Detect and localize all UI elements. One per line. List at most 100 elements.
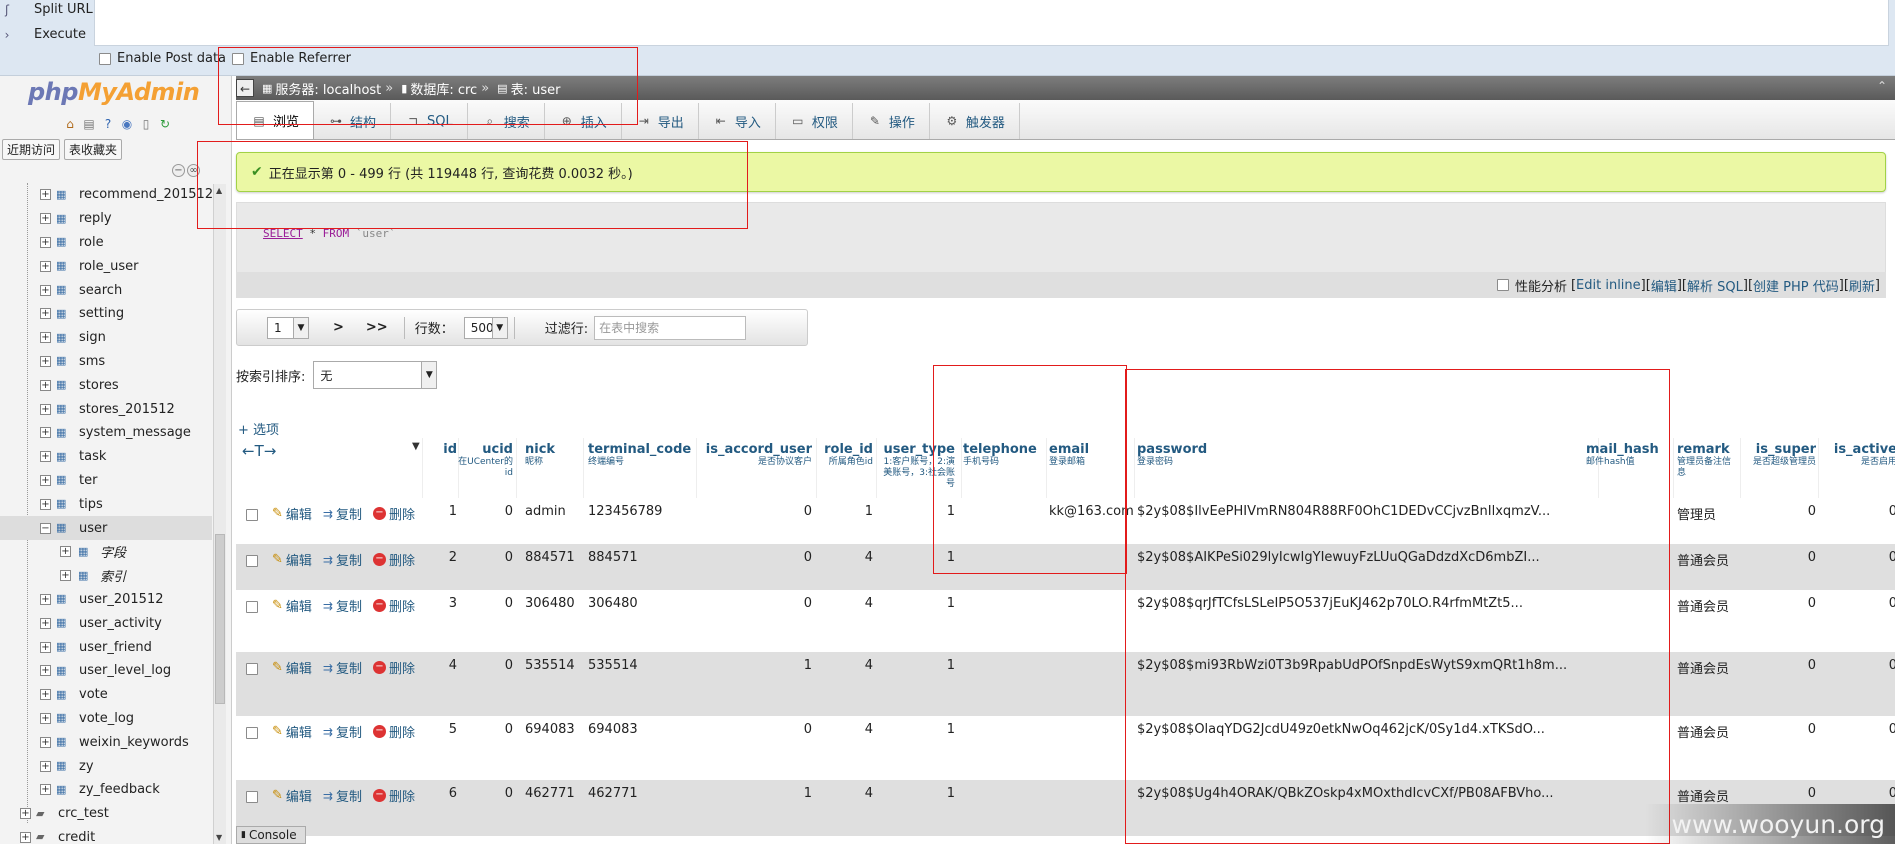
expand-icon[interactable]: +: [60, 570, 71, 582]
expand-icon[interactable]: +: [40, 284, 51, 296]
delete-row-link[interactable]: 删除: [389, 786, 415, 805]
cell-user-type[interactable]: 1: [882, 722, 955, 737]
cell-is-active[interactable]: 0: [1821, 596, 1895, 611]
column-header-is-super[interactable]: is_super 是否超级管理员: [1743, 442, 1816, 468]
expand-icon[interactable]: +: [40, 451, 51, 463]
last-page-button[interactable]: >>: [366, 320, 388, 335]
help-icon[interactable]: ?: [100, 116, 116, 132]
scrollbar-thumb[interactable]: [215, 534, 225, 704]
column-header-id[interactable]: id: [422, 442, 457, 457]
cell-ucid[interactable]: 0: [458, 550, 513, 565]
row-checkbox[interactable]: [246, 791, 258, 803]
delete-row-link[interactable]: 删除: [389, 722, 415, 741]
column-header-nick[interactable]: nick 昵称: [525, 442, 577, 468]
favorites-tab[interactable]: 表收藏夹: [64, 139, 123, 160]
breadcrumb-table[interactable]: ▤ 表: user: [497, 79, 560, 98]
cell-user-type[interactable]: 1: [882, 550, 955, 565]
edit-row-link[interactable]: 编辑: [286, 722, 312, 741]
sidebar-database-credit[interactable]: + ▰ credit: [0, 826, 212, 844]
tab-insert[interactable]: ⊕ 插入: [545, 103, 622, 139]
cell-remark[interactable]: 普通会员: [1677, 722, 1735, 741]
column-header-user-type[interactable]: user_type 1:客户账号，2:演美账号，3:社会账号: [882, 442, 955, 490]
sidebar-table-sign[interactable]: + ▦ sign: [0, 326, 212, 350]
cell-terminal-code[interactable]: 884571: [588, 550, 687, 565]
tab-sql[interactable]: ⊐ SQL: [391, 103, 468, 139]
cell-ucid[interactable]: 0: [458, 596, 513, 611]
cell-password[interactable]: $2y$08$IlvEePHIVmRN804R88RF0OhC1DEDvCCjv…: [1137, 504, 1598, 519]
options-link[interactable]: + 选项: [238, 419, 279, 438]
expand-icon[interactable]: +: [40, 213, 51, 225]
checkbox-box[interactable]: [232, 52, 244, 65]
refresh-link[interactable]: 刷新: [1849, 276, 1875, 295]
cell-user-type[interactable]: 1: [882, 658, 955, 673]
hackbar-url-input[interactable]: [94, 0, 1889, 46]
expand-icon[interactable]: +: [40, 403, 51, 415]
cell-is-accord-user[interactable]: 0: [702, 550, 812, 565]
tab-triggers[interactable]: ⚙ 触发器: [930, 103, 1020, 139]
tab-operations[interactable]: ✎ 操作: [853, 103, 930, 139]
copy-row-link[interactable]: 复制: [336, 658, 362, 677]
sidebar-table-search[interactable]: + ▦ search: [0, 278, 212, 302]
sidebar-user-indexes[interactable]: + ▦ 索引: [0, 564, 212, 588]
page-select[interactable]: 1 ▼: [267, 316, 309, 339]
cell-is-super[interactable]: 0: [1743, 550, 1816, 565]
cell-id[interactable]: 6: [422, 786, 457, 801]
tab-search[interactable]: ⌕ 搜索: [468, 103, 545, 139]
enable-referrer-checkbox[interactable]: Enable Referrer: [232, 51, 351, 66]
cell-user-type[interactable]: 1: [882, 786, 955, 801]
explain-sql-link[interactable]: 解析 SQL: [1687, 276, 1743, 295]
cell-ucid[interactable]: 0: [458, 504, 513, 519]
delete-row-link[interactable]: 删除: [389, 550, 415, 569]
scroll-up-icon[interactable]: ▲: [216, 186, 222, 195]
expand-icon[interactable]: +: [40, 593, 51, 605]
expand-icon[interactable]: +: [40, 427, 51, 439]
row-checkbox[interactable]: [246, 727, 258, 739]
edit-row-link[interactable]: 编辑: [286, 596, 312, 615]
sidebar-table-stores-201512[interactable]: + ▦ stores_201512: [0, 397, 212, 421]
cell-id[interactable]: 5: [422, 722, 457, 737]
sidebar-table-sms[interactable]: + ▦ sms: [0, 350, 212, 374]
cell-email[interactable]: kk@163.com: [1049, 504, 1142, 519]
cell-password[interactable]: $2y$08$Ug4h4ORAK/QBkZOskp4xMOxthdIcvCXf/…: [1137, 786, 1598, 801]
copy-row-link[interactable]: 复制: [336, 786, 362, 805]
cell-remark[interactable]: 普通会员: [1677, 596, 1735, 615]
copy-row-link[interactable]: 复制: [336, 722, 362, 741]
sidebar-table-setting[interactable]: + ▦ setting: [0, 302, 212, 326]
sidebar-table-user-201512[interactable]: + ▦ user_201512: [0, 588, 212, 612]
expand-icon[interactable]: −: [40, 522, 51, 534]
copy-row-link[interactable]: 复制: [336, 550, 362, 569]
cell-nick[interactable]: 535514: [525, 658, 577, 673]
create-php-code-link[interactable]: 创建 PHP 代码: [1753, 276, 1839, 295]
expand-icon[interactable]: +: [20, 831, 31, 843]
cell-is-active[interactable]: 0: [1821, 658, 1895, 673]
cell-remark[interactable]: 管理员: [1677, 504, 1735, 523]
split-url-button[interactable]: ʃ Split URL: [0, 2, 93, 17]
scroll-down-icon[interactable]: ▼: [216, 833, 222, 842]
cell-is-active[interactable]: 0: [1821, 550, 1895, 565]
cell-is-accord-user[interactable]: 0: [702, 504, 812, 519]
filter-rows-input[interactable]: 在表中搜索: [594, 315, 747, 340]
breadcrumb-database[interactable]: ▮ 数据库: crc: [401, 79, 477, 98]
cell-is-accord-user[interactable]: 1: [702, 658, 812, 673]
recent-tab[interactable]: 近期访问: [2, 139, 61, 160]
edit-inline-link[interactable]: Edit inline: [1576, 278, 1641, 293]
checkbox-box[interactable]: [99, 52, 111, 65]
cell-is-super[interactable]: 0: [1743, 504, 1816, 519]
sidebar-user-columns[interactable]: + ▦ 字段: [0, 540, 212, 564]
column-header-mail-hash[interactable]: mail_hash 邮件hash值: [1586, 442, 1666, 468]
cell-is-active[interactable]: 0: [1821, 722, 1895, 737]
tab-export[interactable]: ⇥ 导出: [622, 103, 699, 139]
home-icon[interactable]: ⌂: [62, 116, 78, 132]
cell-ucid[interactable]: 0: [458, 658, 513, 673]
sidebar-table-zy[interactable]: + ▦ zy: [0, 754, 212, 778]
cell-is-active[interactable]: 0: [1821, 786, 1895, 801]
expand-icon[interactable]: +: [40, 736, 51, 748]
row-checkbox[interactable]: [246, 663, 258, 675]
expand-icon[interactable]: +: [40, 355, 51, 367]
cell-nick[interactable]: admin: [525, 504, 577, 519]
delete-row-link[interactable]: 删除: [389, 658, 415, 677]
edit-link[interactable]: 编辑: [1651, 276, 1677, 295]
column-header-role-id[interactable]: role_id 所属角色id: [821, 442, 873, 468]
cell-role-id[interactable]: 4: [821, 658, 873, 673]
sort-menu-icon[interactable]: ▼: [412, 441, 420, 452]
